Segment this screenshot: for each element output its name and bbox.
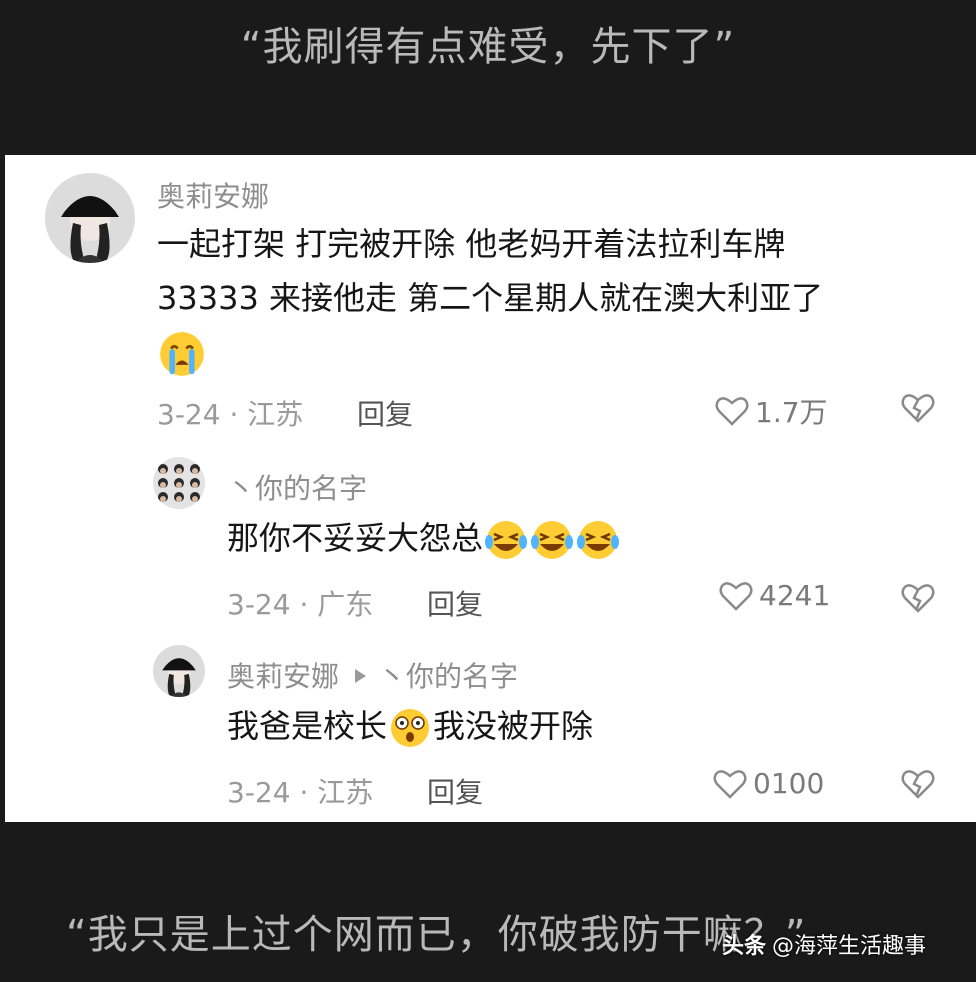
comment-text-content: 我爸是校长 xyxy=(227,707,388,745)
reply-button[interactable]: 回复 xyxy=(427,583,483,623)
comment-text-content: 那你不妥妥大怨总 xyxy=(227,519,484,557)
laughing-crying-emoji xyxy=(485,521,528,559)
dislike-icon[interactable] xyxy=(901,583,935,613)
crying-emoji xyxy=(157,325,957,379)
like-count: 4241 xyxy=(759,579,831,612)
reply-to-username[interactable]: 丶你的名字 xyxy=(378,660,518,693)
like-count: 1.7万 xyxy=(755,396,828,429)
reply-arrow-icon xyxy=(355,669,367,683)
dislike-icon[interactable] xyxy=(901,393,935,423)
shocked-emoji xyxy=(391,709,430,747)
comment-username[interactable]: 奥莉安娜 xyxy=(157,175,269,215)
comment-text: 那你不妥妥大怨总 xyxy=(227,511,621,565)
avatar-image xyxy=(153,645,205,697)
avatar[interactable] xyxy=(153,645,205,697)
comment-text-line: 33333 来接他走 第二个星期人就在澳大利亚了 xyxy=(157,279,824,317)
comment-date-location: 3-24 · 江苏 xyxy=(227,776,374,809)
reply-button[interactable]: 回复 xyxy=(427,771,483,811)
heart-icon xyxy=(713,769,747,799)
heart-icon xyxy=(715,397,749,426)
avatar-image xyxy=(153,457,205,509)
like-button[interactable]: 4241 xyxy=(719,579,830,612)
avatar[interactable] xyxy=(45,173,135,263)
top-caption: “我刷得有点难受，先下了” xyxy=(240,24,736,70)
like-button[interactable]: 0100 xyxy=(713,767,824,800)
watermark-brand: 头条 xyxy=(722,934,767,959)
avatar-image xyxy=(45,173,135,263)
comment-text: 我爸是校长 我没被开除 xyxy=(227,699,593,753)
watermark: 头条 @海萍生活趣事 xyxy=(722,928,926,960)
comment-date-location: 3-24 · 广东 xyxy=(227,588,374,621)
comment-text-line: 一起打架 打完被开除 他老妈开着法拉利车牌 xyxy=(157,225,786,263)
comment-text-content: 我没被开除 xyxy=(433,707,594,745)
comment-text: 一起打架 打完被开除 他老妈开着法拉利车牌 33333 来接他走 第二个星期人就… xyxy=(157,217,957,379)
laughing-crying-emoji xyxy=(531,521,574,559)
watermark-handle: @海萍生活趣事 xyxy=(772,934,927,959)
like-button[interactable]: 1.7万 xyxy=(715,391,828,431)
comment-date-location: 3-24 · 江苏 xyxy=(157,398,304,431)
reply-header: 奥莉安娜 丶你的名字 xyxy=(227,655,518,695)
reply-button[interactable]: 回复 xyxy=(357,393,413,433)
heart-icon xyxy=(719,581,753,611)
comment-username[interactable]: 奥莉安娜 xyxy=(227,660,339,693)
laughing-crying-emoji xyxy=(577,521,620,559)
like-count: 0100 xyxy=(753,767,825,800)
comment-username[interactable]: 丶你的名字 xyxy=(227,467,367,507)
avatar[interactable] xyxy=(153,457,205,509)
dislike-icon[interactable] xyxy=(901,769,935,799)
comment-card: 奥莉安娜 一起打架 打完被开除 他老妈开着法拉利车牌 33333 来接他走 第二… xyxy=(5,155,976,822)
